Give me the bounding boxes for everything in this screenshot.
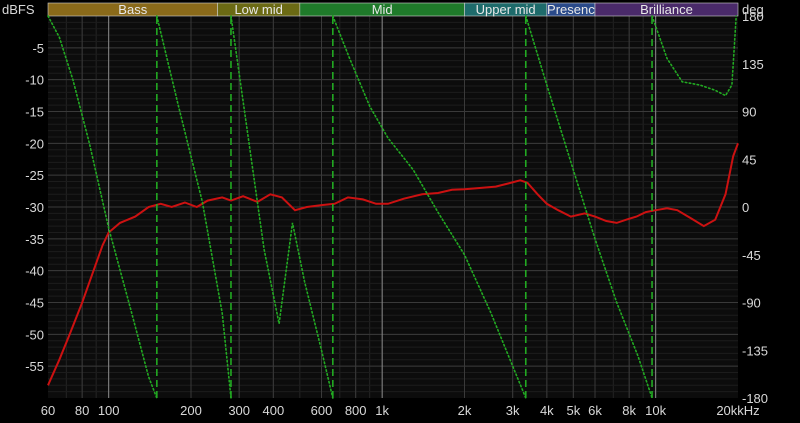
y-left-tick-label: -40	[25, 264, 44, 279]
y-right-tick-label: -45	[742, 248, 761, 263]
band-label: Upper mid	[476, 2, 536, 17]
y-left-tick-label: -5	[32, 41, 44, 56]
band-label: Brilliance	[640, 2, 693, 17]
y-left-tick-label: -15	[25, 105, 44, 120]
y-left-tick-label: -10	[25, 73, 44, 88]
x-tick-label: 400	[262, 403, 284, 418]
x-tick-label: 8k	[622, 403, 636, 418]
x-tick-label: 2k	[458, 403, 472, 418]
x-tick-label: 1k	[375, 403, 389, 418]
x-tick-label: 800	[345, 403, 367, 418]
y-left-tick-label: -45	[25, 296, 44, 311]
y-right-tick-label: 0	[742, 200, 749, 215]
analyzer-panel: Bass Low mid Mid Upper mid Presenc Brilliance…	[0, 0, 800, 423]
x-tick-label: 3k	[506, 403, 520, 418]
band-label: Low mid	[234, 2, 282, 17]
x-tick-label: 5k	[566, 403, 580, 418]
y-left-tick-label: -50	[25, 327, 44, 342]
y-left-tick-label: -55	[25, 359, 44, 374]
x-tick-label: 80	[75, 403, 89, 418]
x-tick-label: 20kkHz	[716, 403, 759, 418]
y-right-tick-label: 180	[742, 9, 764, 24]
x-tick-label: 4k	[540, 403, 554, 418]
x-tick-label: 300	[228, 403, 250, 418]
band-label: Mid	[372, 2, 393, 17]
y-right-tick-label: 135	[742, 57, 764, 72]
x-tick-label: 10k	[645, 403, 666, 418]
y-left-tick-label: -30	[25, 200, 44, 215]
y-left-tick-label: -20	[25, 136, 44, 151]
x-tick-label: 6k	[588, 403, 602, 418]
y-left-tick-label: -35	[25, 232, 44, 247]
x-tick-label: 60	[41, 403, 55, 418]
frequency-response-chart: Bass Low mid Mid Upper mid Presenc Brilliance…	[2, 2, 768, 418]
y-right-tick-label: -90	[742, 296, 761, 311]
y-right-tick-label: 90	[742, 105, 756, 120]
y-left-tick-label: -25	[25, 168, 44, 183]
y-right-tick-label: 45	[742, 152, 756, 167]
x-tick-label: 200	[180, 403, 202, 418]
band-label: Presenc	[547, 2, 595, 17]
x-tick-label: 600	[311, 403, 333, 418]
band-label: Bass	[118, 2, 147, 17]
left-axis-unit: dBFS	[2, 2, 35, 17]
y-right-tick-label: -135	[742, 343, 768, 358]
x-tick-label: 100	[98, 403, 120, 418]
